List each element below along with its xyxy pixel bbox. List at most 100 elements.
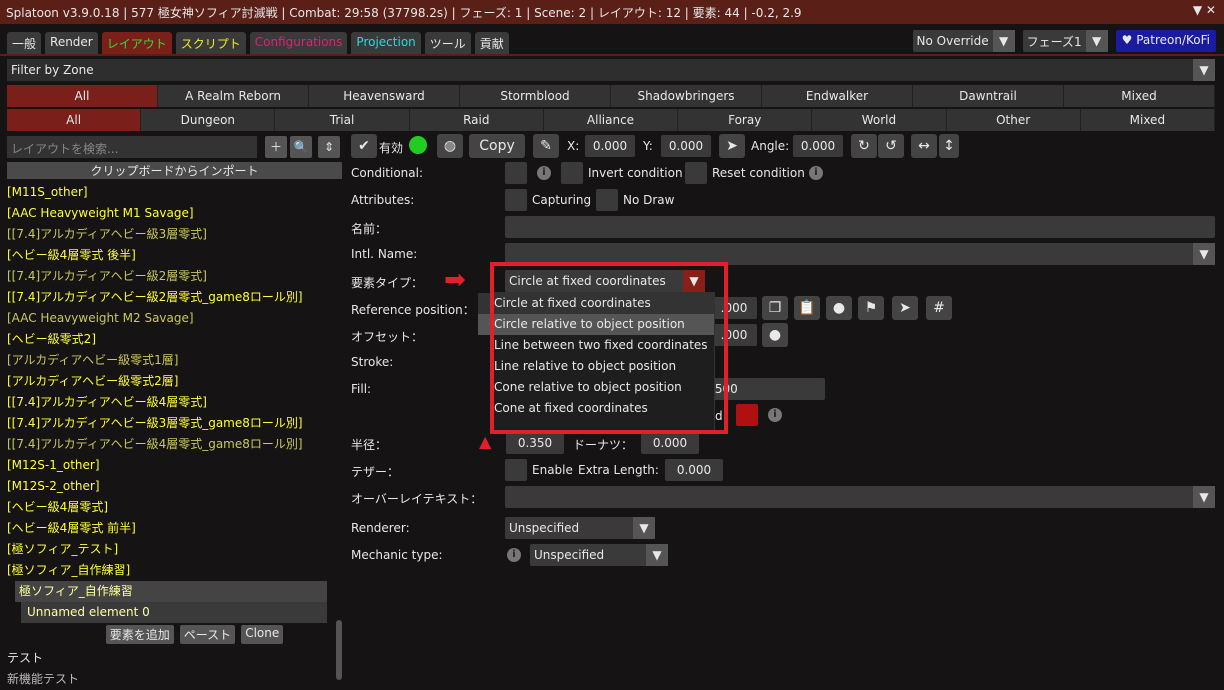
layout-list-item[interactable]: [M12S-1_other] (7, 455, 342, 476)
info-icon[interactable]: i (537, 166, 551, 180)
expansion-filter-0[interactable]: All (7, 85, 158, 107)
hash-icon[interactable]: # (926, 296, 952, 320)
rotate-ccw-icon[interactable]: ↺ (878, 134, 904, 158)
fill-color-swatch[interactable] (736, 404, 758, 426)
layout-list-item[interactable]: [[7.4]アルカディアヘビー級2層零式_game8ロール別] (7, 287, 342, 308)
paste-icon[interactable]: 📋 (794, 296, 820, 320)
flip-vertical-icon[interactable]: ↕ (939, 134, 959, 158)
content-type-filter-1[interactable]: Dungeon (141, 109, 276, 131)
layout-list-item[interactable]: [AAC Heavyweight M2 Savage] (7, 308, 342, 329)
patreon-button[interactable]: ♥ Patreon/KoFi (1115, 30, 1216, 52)
radius-input[interactable]: 0.350 (506, 432, 564, 454)
expansion-filter-2[interactable]: Heavensward (309, 85, 460, 107)
layout-list-item[interactable]: [極ソフィア_テスト] (7, 539, 342, 560)
cursor-icon[interactable]: ➤ (719, 134, 745, 158)
layout-list-item[interactable]: [M12S-2_other] (7, 476, 342, 497)
rotate-cw-icon[interactable]: ↻ (851, 134, 877, 158)
fill-opacity-input[interactable]: .500 (711, 378, 825, 400)
overlay-text-select[interactable]: ▼ (505, 486, 1215, 508)
layout-list-item[interactable]: [[7.4]アルカディアヘビー級3層零式] (7, 224, 342, 245)
expansion-filter-5[interactable]: Endwalker (762, 85, 913, 107)
layout-list-item[interactable]: [ヘビー級4層零式 後半] (7, 245, 342, 266)
layout-search-input[interactable]: レイアウトを検索... (7, 136, 257, 158)
name-input[interactable] (505, 216, 1215, 238)
no-draw-checkbox[interactable] (596, 189, 618, 211)
renderer-select[interactable]: Unspecified ▼ (505, 517, 655, 539)
layout-list-item[interactable]: [[7.4]アルカディアヘビー級2層零式] (7, 266, 342, 287)
map-marker-icon[interactable]: ⚑ (858, 296, 884, 320)
content-type-filter-5[interactable]: Foray (678, 109, 813, 131)
paste-button[interactable]: ペースト (179, 625, 236, 644)
tab-0[interactable]: 一般 (7, 32, 42, 55)
layout-list-item[interactable]: [ヘビー級4層零式 前半] (7, 518, 342, 539)
close-icon[interactable]: ▼ ✕ (1193, 3, 1216, 17)
layout-list-item[interactable]: [M11S_other] (7, 182, 342, 203)
circle-icon[interactable]: ● (826, 296, 852, 320)
flip-horizontal-icon[interactable]: ↔ (911, 134, 937, 158)
tab-1[interactable]: Render (45, 32, 98, 55)
tab-7[interactable]: 貢献 (474, 32, 509, 55)
tab-3[interactable]: スクリプト (175, 32, 246, 55)
layout-list-item[interactable]: [ヘビー級4層零式] (7, 497, 342, 518)
layout-list-item[interactable]: [AAC Heavyweight M1 Savage] (7, 203, 342, 224)
content-type-filter-0[interactable]: All (7, 109, 142, 131)
eyedropper-icon[interactable]: ✎ (533, 134, 559, 158)
tab-5[interactable]: Projection (351, 32, 421, 55)
copy-button[interactable]: Copy (469, 134, 525, 158)
content-type-filter-8[interactable]: Mixed (1080, 109, 1215, 131)
search-icon[interactable]: 🔍 (290, 136, 312, 158)
checkmark-icon[interactable]: ✔ (351, 134, 377, 158)
x-input[interactable]: 0.000 (585, 135, 635, 157)
content-type-filter-4[interactable]: Alliance (543, 109, 679, 131)
layout-list-item[interactable]: [極ソフィア_自作練習] (7, 560, 342, 581)
capturing-checkbox[interactable] (505, 189, 527, 211)
expansion-filter-7[interactable]: Mixed (1064, 85, 1215, 107)
scrollbar[interactable] (336, 620, 342, 680)
test-category[interactable]: テスト (7, 648, 342, 669)
donut-input[interactable]: 0.000 (641, 432, 699, 454)
cursor-icon[interactable]: ➤ (892, 296, 918, 320)
layout-list-item[interactable]: [[7.4]アルカディアヘビー級3層零式_game8ロール別] (7, 413, 342, 434)
zone-filter-select[interactable]: Filter by Zone ▼ (7, 59, 1215, 81)
selected-layout-item[interactable]: 極ソフィア_自作練習 (15, 581, 327, 602)
content-type-filter-7[interactable]: Other (946, 109, 1081, 131)
mechanic-type-select[interactable]: Unspecified ▼ (530, 544, 668, 566)
override-select[interactable]: No Override ▼ (912, 30, 1015, 52)
phase-select[interactable]: フェーズ1 ▼ (1022, 30, 1108, 52)
import-clipboard-button[interactable]: クリップボードからインポート (7, 162, 342, 179)
layout-list-item[interactable]: [ヘビー級零式2] (7, 329, 342, 350)
info-icon[interactable]: i (809, 166, 823, 180)
expansion-filter-4[interactable]: Shadowbringers (611, 85, 762, 107)
info-icon[interactable]: i (768, 408, 782, 422)
info-icon[interactable]: i (507, 548, 521, 562)
tether-enable-checkbox[interactable] (505, 459, 527, 481)
sort-icon[interactable]: ⇕ (318, 136, 340, 158)
content-type-filter-6[interactable]: World (812, 109, 947, 131)
eye-icon[interactable] (409, 136, 427, 154)
tab-4[interactable]: Configurations (249, 32, 348, 55)
layout-list-item[interactable]: [[7.4]アルカディアヘビー級4層零式_game8ロール別] (7, 434, 342, 455)
reset-condition-checkbox[interactable] (685, 162, 707, 184)
new-feature-test-category[interactable]: 新機能テスト (7, 669, 342, 690)
tab-2[interactable]: レイアウト (101, 32, 172, 55)
layout-list-item[interactable]: [アルカディアヘビー級零式1層] (7, 350, 342, 371)
expansion-filter-3[interactable]: Stormblood (460, 85, 611, 107)
expansion-filter-6[interactable]: Dawntrail (913, 85, 1064, 107)
copy-icon[interactable]: ❐ (762, 296, 788, 320)
content-type-filter-3[interactable]: Raid (409, 109, 544, 131)
add-element-button[interactable]: 要素を追加 (105, 625, 174, 644)
globe-icon[interactable]: ◍ (437, 134, 463, 158)
tab-6[interactable]: ツール (424, 32, 471, 55)
angle-input[interactable]: 0.000 (793, 135, 843, 157)
layout-list-item[interactable]: [[7.4]アルカディアヘビー級4層零式] (7, 392, 342, 413)
layout-list-item[interactable]: [アルカディアヘビー級零式2層] (7, 371, 342, 392)
clone-button[interactable]: Clone (241, 625, 284, 644)
content-type-filter-2[interactable]: Trial (275, 109, 410, 131)
conditional-checkbox[interactable] (505, 162, 527, 184)
extra-length-input[interactable]: 0.000 (665, 459, 723, 481)
y-input[interactable]: 0.000 (661, 135, 711, 157)
invert-condition-checkbox[interactable] (561, 162, 583, 184)
circle-icon[interactable]: ● (762, 323, 788, 347)
element-list-item[interactable]: Unnamed element 0 (21, 602, 327, 623)
add-icon[interactable]: ＋ (265, 136, 287, 158)
